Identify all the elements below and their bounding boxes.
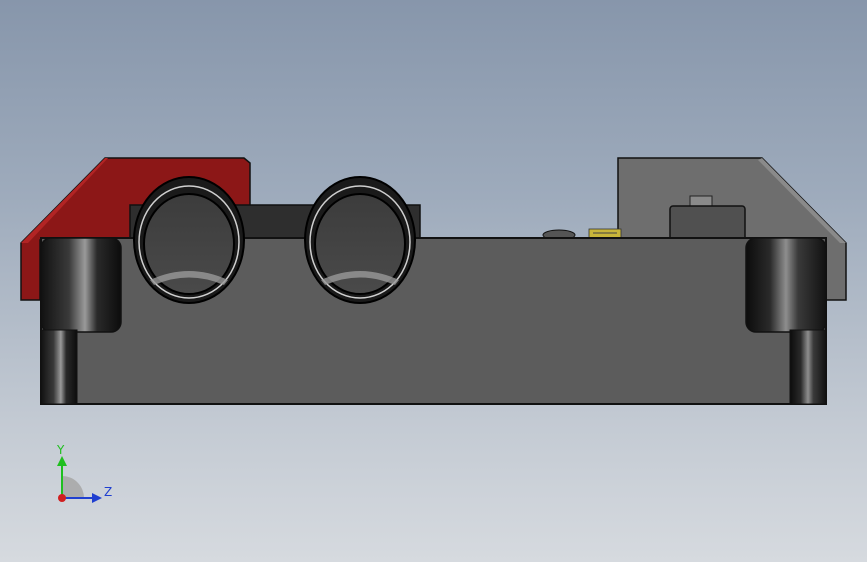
z-arrow-icon xyxy=(92,493,102,503)
left-tube[interactable] xyxy=(133,176,245,304)
graphics-viewport[interactable]: Y Z xyxy=(0,0,867,562)
orientation-triad: Y Z xyxy=(56,443,112,503)
triad-plane-icon xyxy=(62,476,84,498)
model-view[interactable] xyxy=(0,0,867,562)
z-axis-label: Z xyxy=(104,485,112,499)
y-axis-label: Y xyxy=(56,443,65,457)
y-arrow-icon xyxy=(57,456,67,466)
x-axis-dot-icon xyxy=(58,494,66,502)
right-tube[interactable] xyxy=(304,176,416,304)
